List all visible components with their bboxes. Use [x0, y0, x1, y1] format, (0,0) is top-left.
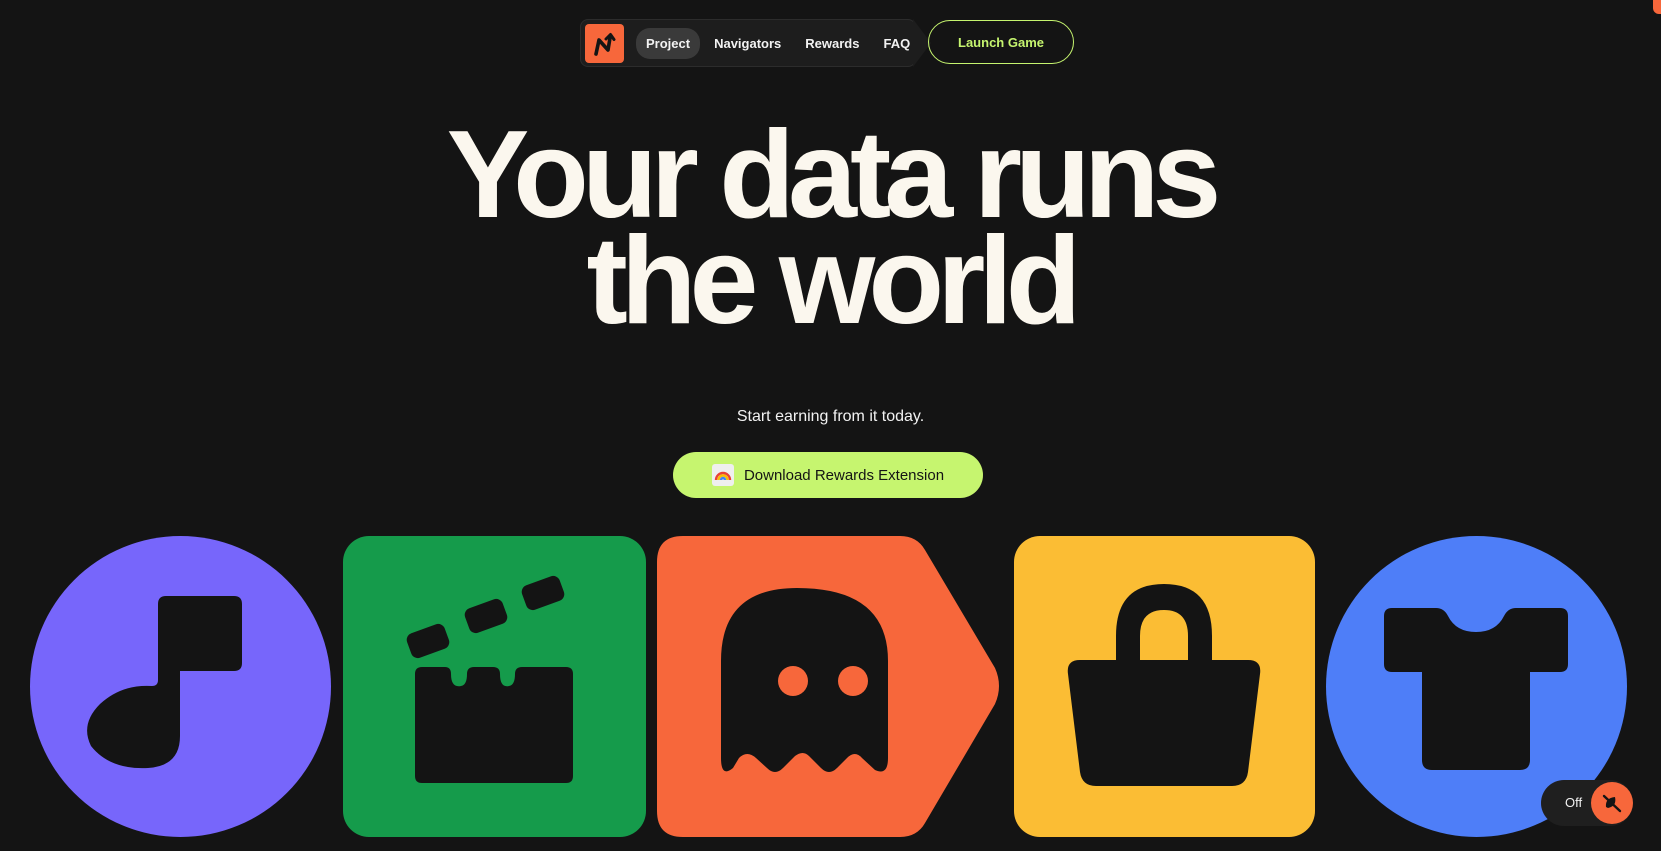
hero-title: Your data runs the world [0, 113, 1661, 343]
corner-indicator [1653, 0, 1661, 14]
nav-link-rewards[interactable]: Rewards [795, 28, 869, 59]
nav-link-navigators[interactable]: Navigators [704, 28, 791, 59]
ghost-icon [657, 536, 999, 837]
shopping-category-tile[interactable] [1014, 536, 1315, 837]
nav-pill: Project Navigators Rewards FAQ [580, 19, 916, 67]
hero-subtitle: Start earning from it today. [736, 408, 925, 425]
crossed-leaf-icon [1591, 782, 1633, 824]
logo-n-arrow-icon [593, 32, 615, 56]
clapperboard-icon [406, 575, 573, 783]
video-category-tile[interactable] [343, 536, 646, 837]
nav-link-project[interactable]: Project [636, 28, 701, 59]
launch-game-button[interactable]: Launch Game [928, 20, 1074, 64]
nav-links: Project Navigators Rewards FAQ [636, 28, 920, 59]
shopping-bag-icon [1067, 584, 1261, 786]
logo[interactable] [585, 24, 624, 63]
hero-title-line-2: the world [586, 212, 1081, 350]
page: Project Navigators Rewards FAQ Launch Ga… [0, 0, 1661, 851]
chrome-rainbow-icon [711, 464, 734, 486]
music-category-tile[interactable] [30, 536, 331, 837]
music-note-icon [87, 596, 242, 769]
download-extension-label: Download Rewards Extension [743, 466, 945, 484]
download-extension-button[interactable]: Download Rewards Extension [673, 452, 983, 498]
gaming-category-tile[interactable] [657, 536, 1000, 837]
top-nav: Project Navigators Rewards FAQ Launch Ga… [580, 19, 1080, 67]
tracking-toggle[interactable]: Off [1541, 780, 1633, 826]
toggle-label: Off [1565, 795, 1583, 810]
